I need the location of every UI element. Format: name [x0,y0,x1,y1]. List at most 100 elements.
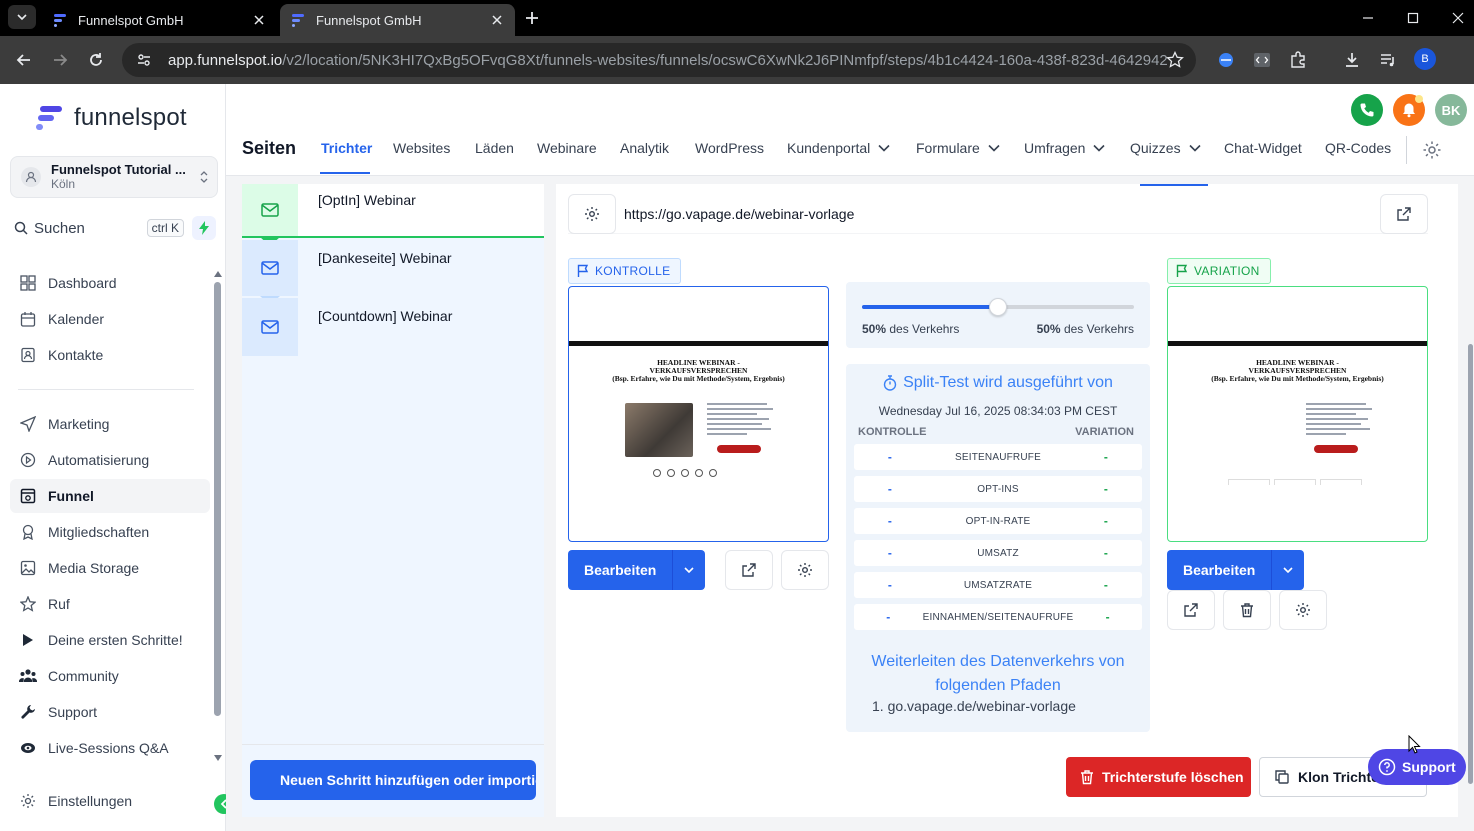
extension-code-icon[interactable] [1252,50,1272,70]
bookmark-star-icon[interactable] [1166,51,1184,69]
contacts-icon [18,345,38,365]
step-item-countdown[interactable]: [Countdown] Webinar [242,298,544,356]
back-arrow-icon[interactable] [14,50,34,70]
control-settings-button[interactable] [781,550,829,590]
edit-dropdown-toggle[interactable] [673,550,705,590]
metric-row: - SEITENAUFRUFE - [854,444,1142,470]
metric-control-value: - [887,514,893,528]
step-item-optin[interactable]: [OptIn] Webinar [242,184,544,246]
tab-quizzes[interactable]: Quizzes [1130,140,1201,156]
sidebar-scrollbar[interactable] [214,282,221,716]
tab-webinare[interactable]: Webinare [537,140,597,156]
traffic-suffix: des Verkehrs [889,322,960,336]
header-settings-gear-icon[interactable] [1422,140,1442,160]
url-settings-button[interactable] [568,193,616,234]
variation-delete-button[interactable] [1223,590,1271,630]
sidebar-item-einstellungen[interactable]: Einstellungen [10,784,210,818]
funnelspot-logo[interactable]: funnelspot [36,104,187,132]
traffic-right: 50% des Verkehrs [1037,322,1134,336]
tab-websites[interactable]: Websites [393,140,450,156]
traffic-right-pct: 50% [1036,322,1061,336]
tab-umfragen[interactable]: Umfragen [1024,140,1106,156]
browser-profile-avatar[interactable]: B [1414,48,1436,70]
search-label: Suchen [34,219,85,237]
notifications-button[interactable] [1393,94,1425,126]
delete-step-button[interactable]: Trichterstufe löschen [1066,757,1251,797]
edit-dropdown-toggle[interactable] [1272,550,1304,590]
sidebar-item-mitgliedschaften[interactable]: Mitgliedschaften [10,515,210,549]
new-tab-icon[interactable] [522,8,542,28]
logo-text: funnelspot [74,104,187,131]
tab-qr-codes[interactable]: QR-Codes [1325,140,1391,156]
reload-icon[interactable] [86,50,106,70]
traffic-slider[interactable] [862,298,1134,316]
sidebar-item-kontakte[interactable]: Kontakte [10,338,210,372]
tab-wordpress[interactable]: WordPress [695,140,764,156]
control-open-button[interactable] [725,550,773,590]
variation-badge-label: VARIATION [1194,264,1260,278]
traffic-slider-thumb[interactable] [989,298,1007,316]
sidebar-item-marketing[interactable]: Marketing [10,407,210,441]
metric-variation-value: - [1103,514,1109,528]
sidebar-item-automatisierung[interactable]: Automatisierung [10,443,210,477]
extensions-puzzle-icon[interactable] [1288,50,1308,70]
tab-formulare[interactable]: Formulare [916,140,1000,156]
close-tab-icon[interactable] [489,12,505,28]
address-bar[interactable]: app.funnelspot.io/v2/location/5NK3HI7QxB… [122,43,1196,77]
quick-action-bolt-icon[interactable] [192,216,216,240]
preview-text-lines [1306,403,1372,438]
account-switcher[interactable]: Funnelspot Tutorial ... Köln [10,156,218,198]
tab-chat-widget[interactable]: Chat-Widget [1224,140,1302,156]
metric-control-value: - [887,482,893,496]
delete-label: Trichterstufe löschen [1102,769,1244,785]
close-window-icon[interactable] [1448,8,1468,28]
page-url[interactable]: https://go.vapage.de/webinar-vorlage [624,206,1380,222]
main-area: [OptIn] Webinar [Dankeseite] Webinar [Co… [226,176,1474,831]
metric-row: - OPT-IN-RATE - [854,508,1142,534]
maximize-icon[interactable] [1403,8,1423,28]
tab-laeden[interactable]: Läden [475,140,514,156]
sidebar-item-community[interactable]: Community [10,659,210,693]
sidebar-item-funnel[interactable]: Funnel [10,479,210,513]
sidebar-item-label: Deine ersten Schritte! [48,632,183,648]
funnelspot-logo-icon [36,106,62,130]
add-step-button[interactable]: Neuen Schritt hinzufügen oder importiere… [250,760,536,800]
metric-label: OPT-INS [977,483,1019,495]
forward-arrow-icon[interactable] [50,50,70,70]
user-avatar[interactable]: BK [1435,94,1467,126]
variation-page-preview[interactable]: HEADLINE WEBINAR - VERKAUFSVERSPRECHEN (… [1167,286,1428,542]
browser-tab[interactable]: Funnelspot GmbH [42,4,277,36]
control-page-preview[interactable]: HEADLINE WEBINAR - VERKAUFSVERSPRECHEN (… [568,286,829,542]
main-scrollbar[interactable] [1468,344,1473,784]
scroll-up-arrow-icon[interactable] [213,270,223,278]
sidebar-search[interactable]: Suchen ctrl K [14,218,184,238]
tab-search-button[interactable] [8,5,36,29]
sidebar-item-deine-ersten-schritte[interactable]: Deine ersten Schritte! [10,623,210,657]
close-tab-icon[interactable] [251,12,267,28]
edit-label: Bearbeiten [568,550,674,590]
sidebar-item-ruf[interactable]: Ruf [10,587,210,621]
variation-open-button[interactable] [1167,590,1215,630]
open-url-button[interactable] [1380,193,1428,234]
tab-trichter[interactable]: Trichter [321,140,372,156]
sidebar-item-live-sessions[interactable]: Live-Sessions Q&A [10,731,210,765]
browser-tab-active[interactable]: Funnelspot GmbH [280,4,515,36]
step-item-dankeseite[interactable]: [Dankeseite] Webinar [242,240,544,305]
scroll-down-arrow-icon[interactable] [213,754,223,762]
sidebar-item-media-storage[interactable]: Media Storage [10,551,210,585]
downloads-icon[interactable] [1342,50,1362,70]
tab-analytik[interactable]: Analytik [620,140,669,156]
sidebar-item-support[interactable]: Support [10,695,210,729]
site-info-icon[interactable] [136,52,152,68]
control-edit-button[interactable]: Bearbeiten [568,550,706,590]
extension-diamond-icon[interactable] [1216,50,1236,70]
minimize-icon[interactable] [1358,8,1378,28]
phone-button[interactable] [1351,94,1383,126]
sidebar-item-dashboard[interactable]: Dashboard [10,266,210,300]
variation-settings-button[interactable] [1279,590,1327,630]
tab-kundenportal[interactable]: Kundenportal [787,140,890,156]
sidebar-item-kalender[interactable]: Kalender [10,302,210,336]
media-control-icon[interactable] [1378,50,1398,70]
variation-edit-button[interactable]: Bearbeiten [1167,550,1305,590]
external-link-icon [742,563,756,577]
